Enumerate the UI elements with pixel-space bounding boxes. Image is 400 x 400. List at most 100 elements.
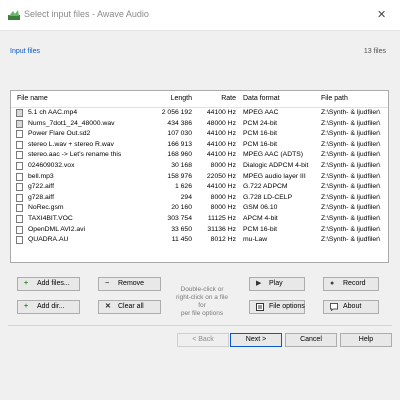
file-format-cell: PCM 16-bit xyxy=(243,140,277,148)
table-row[interactable]: g728.aiff 294 8000 Hz G.728 LD-CELP Z:\Synth… xyxy=(11,193,388,204)
file-rate-cell: 8000 Hz xyxy=(210,161,236,169)
remove-button[interactable]: − Remove xyxy=(98,277,161,291)
file-path-cell: Z:\Synth- & ljudfiler\ xyxy=(321,109,381,116)
file-path-cell: Z:\Synth- & ljudfiler\ xyxy=(321,193,381,201)
file-name-cell: 5.1 ch AAC.mp4 xyxy=(28,109,78,116)
table-row[interactable]: Nums_7dot1_24_48000.wav 434 386 48000 Hz PC… xyxy=(11,119,388,130)
separator xyxy=(8,325,392,326)
file-rate-cell: 31136 Hz xyxy=(207,225,236,233)
file-length-cell: 158 976 xyxy=(167,172,192,180)
input-files-label: Input files xyxy=(10,48,40,55)
column-header-rate[interactable]: Rate xyxy=(197,95,236,102)
play-icon: ▶ xyxy=(256,280,262,287)
table-row[interactable]: stereo L.wav + stereo R.wav 166 913 44100 … xyxy=(11,140,388,151)
file-name-cell: 024609032.vox xyxy=(28,161,75,169)
cancel-label: Cancel xyxy=(300,336,322,343)
file-format-cell: MPEG AAC xyxy=(243,109,279,116)
help-button[interactable]: Help xyxy=(340,333,392,347)
hint-line-1: Double-click or xyxy=(180,286,224,293)
file-length-cell: 1 626 xyxy=(174,183,192,191)
file-path-cell: Z:\Synth- & ljudfiler\ xyxy=(321,119,381,127)
file-icon xyxy=(16,140,23,149)
clear-all-label: Clear all xyxy=(118,303,144,310)
multi-file-icon xyxy=(16,119,23,128)
file-rate-cell: 44100 Hz xyxy=(206,151,236,159)
options-icon xyxy=(256,303,264,314)
file-format-cell: Dialogic ADPCM 4-bit xyxy=(243,161,309,169)
file-path-cell: Z:\Synth- & ljudfiler\ xyxy=(321,183,381,191)
file-format-cell: G.722 ADPCM xyxy=(243,183,288,191)
file-icon xyxy=(16,214,23,223)
file-path-cell: Z:\Synth- & ljudfiler\ xyxy=(321,161,381,169)
file-name-cell: g722.aiff xyxy=(28,183,54,191)
add-icon: + xyxy=(24,280,29,287)
file-path-cell: Z:\Synth- & ljudfiler\ xyxy=(321,214,381,222)
file-length-cell: 294 xyxy=(180,193,192,201)
table-row[interactable]: g722.aiff 1 626 44100 Hz G.722 ADPCM Z:\Synt… xyxy=(11,182,388,193)
title-bar: Select input files - Awave Audio ✕ xyxy=(0,0,400,31)
file-options-button[interactable]: File options xyxy=(249,300,305,314)
table-row[interactable]: Power Flare Out.sd2 107 030 44100 Hz PCM 16… xyxy=(11,129,388,140)
file-icon xyxy=(16,172,23,181)
file-rate-cell: 44100 Hz xyxy=(206,183,236,191)
column-header-path[interactable]: File path xyxy=(321,95,348,102)
file-list[interactable]: File name Length Rate Data format File p… xyxy=(10,90,389,263)
about-label: About xyxy=(343,303,362,310)
list-header-row: File name Length Rate Data format File p… xyxy=(11,91,388,108)
add-dir-button[interactable]: + Add dir... xyxy=(17,300,80,314)
file-length-cell: 2 056 192 xyxy=(161,109,192,116)
next-button[interactable]: Next > xyxy=(230,333,282,347)
file-length-cell: 33 650 xyxy=(171,225,192,233)
clear-all-button[interactable]: ✕ Clear all xyxy=(98,300,161,314)
file-format-cell: GSM 06.10 xyxy=(243,204,278,212)
column-header-name[interactable]: File name xyxy=(17,95,48,102)
table-row[interactable]: TAXI4BIT.VOC 303 754 11125 Hz APCM 4-bit Z:\… xyxy=(11,214,388,225)
file-name-cell: bell.mp3 xyxy=(28,172,54,180)
file-rate-cell: 44100 Hz xyxy=(206,109,236,116)
table-row[interactable]: NoRec.gsm 20 160 8000 Hz GSM 06.10 Z:\Synth-… xyxy=(11,203,388,214)
file-name-cell: stereo L.wav + stereo R.wav xyxy=(28,140,114,148)
window-title: Select input files - Awave Audio xyxy=(24,9,149,19)
file-length-cell: 11 450 xyxy=(171,236,192,244)
record-button[interactable]: ● Record xyxy=(323,277,379,291)
column-header-format[interactable]: Data format xyxy=(243,95,280,102)
file-rate-cell: 8000 Hz xyxy=(210,204,236,212)
record-label: Record xyxy=(343,280,366,287)
file-format-cell: PCM 16-bit xyxy=(243,225,277,233)
next-label: Next > xyxy=(245,336,267,343)
file-path-cell: Z:\Synth- & ljudfiler\ xyxy=(321,236,381,244)
about-button[interactable]: About xyxy=(323,300,379,314)
table-row[interactable]: 024609032.vox 30 168 8000 Hz Dialogic ADPCM… xyxy=(11,161,388,172)
file-name-cell: QUADRA.AU xyxy=(28,236,69,244)
play-button[interactable]: ▶ Play xyxy=(249,277,305,291)
file-rate-cell: 44100 Hz xyxy=(206,130,236,138)
file-icon xyxy=(16,151,23,160)
file-rate-cell: 8000 Hz xyxy=(210,193,236,201)
file-name-cell: OpenDML AVI2.avi xyxy=(28,225,86,233)
table-row[interactable]: OpenDML AVI2.avi 33 650 31136 Hz PCM 16-bit… xyxy=(11,225,388,236)
add-dir-label: Add dir... xyxy=(37,303,65,310)
file-path-cell: Z:\Synth- & ljudfiler\ xyxy=(321,151,381,159)
list-body: 5.1 ch AAC.mp4 2 056 192 44100 Hz MPEG AAC Z… xyxy=(11,108,388,246)
file-rate-cell: 11125 Hz xyxy=(207,214,236,222)
file-name-cell: Power Flare Out.sd2 xyxy=(28,130,91,138)
table-row[interactable]: QUADRA.AU 11 450 8012 Hz mu-Law Z:\Synth- & … xyxy=(11,235,388,246)
close-button[interactable]: ✕ xyxy=(364,0,400,30)
file-icon xyxy=(16,130,23,139)
file-length-cell: 303 754 xyxy=(167,214,192,222)
add-files-label: Add files... xyxy=(37,280,70,287)
file-name-cell: NoRec.gsm xyxy=(28,204,64,212)
file-length-cell: 166 913 xyxy=(167,140,192,148)
add-files-button[interactable]: + Add files... xyxy=(17,277,80,291)
file-name-cell: g728.aiff xyxy=(28,193,54,201)
table-row[interactable]: 5.1 ch AAC.mp4 2 056 192 44100 Hz MPEG AAC Z… xyxy=(11,108,388,119)
file-icon xyxy=(16,183,23,192)
back-button[interactable]: < Back xyxy=(177,333,229,347)
file-name-cell: Nums_7dot1_24_48000.wav xyxy=(28,119,115,127)
clear-icon: ✕ xyxy=(105,303,111,310)
table-row[interactable]: stereo.aac -> Let's rename this 168 960 44… xyxy=(11,150,388,161)
file-length-cell: 30 168 xyxy=(171,161,192,169)
table-row[interactable]: bell.mp3 158 976 22050 Hz MPEG audio layer … xyxy=(11,172,388,183)
cancel-button[interactable]: Cancel xyxy=(285,333,337,347)
column-header-length[interactable]: Length xyxy=(141,95,192,102)
